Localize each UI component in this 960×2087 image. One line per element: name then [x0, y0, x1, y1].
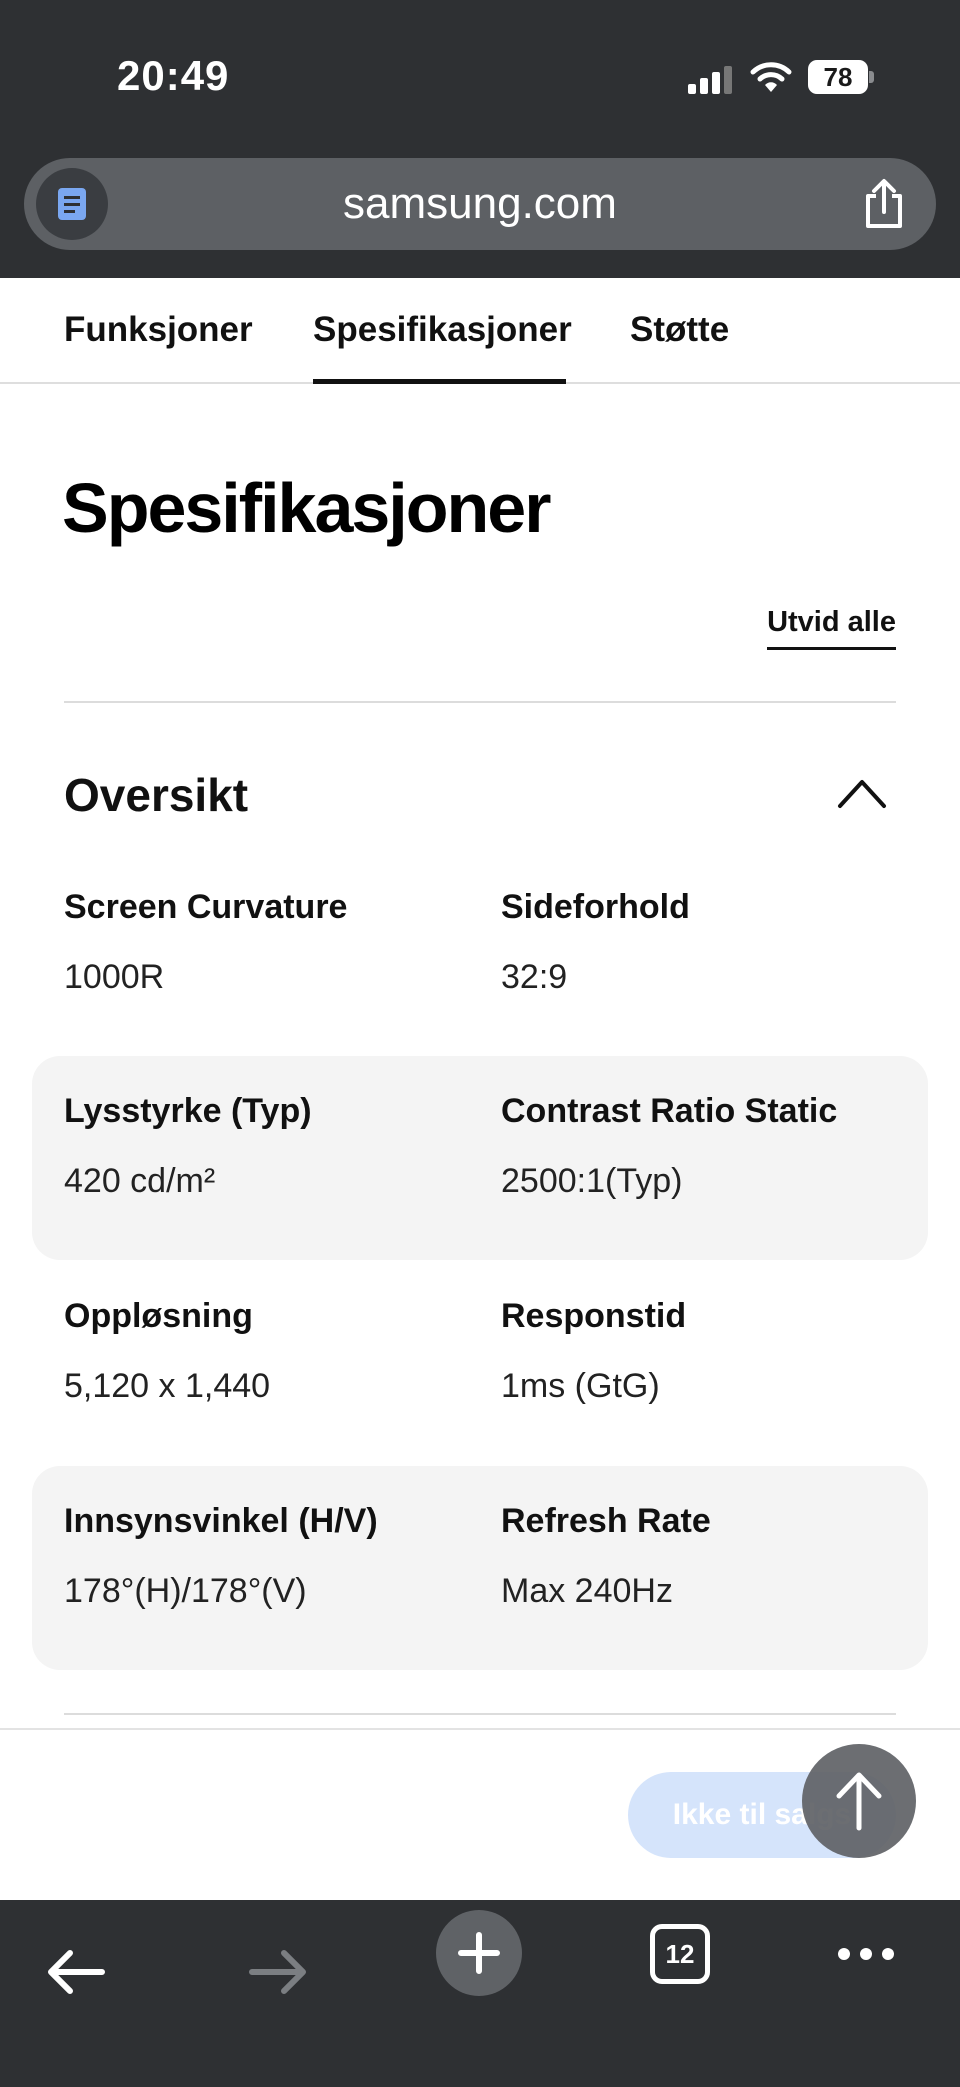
spec-value: 32:9	[501, 958, 568, 996]
spec-label: Responstid	[501, 1297, 687, 1335]
wifi-icon	[750, 62, 792, 92]
spec-label: Lysstyrke (Typ)	[64, 1092, 312, 1130]
spec-label: Sideforhold	[501, 888, 690, 926]
section-title[interactable]: Oversikt	[64, 768, 248, 822]
spec-value: 2500:1(Typ)	[501, 1162, 683, 1200]
scroll-to-top-button[interactable]	[802, 1744, 916, 1858]
spec-label: Screen Curvature	[64, 888, 348, 926]
tab-spesifikasjoner[interactable]: Spesifikasjoner	[313, 310, 572, 350]
spec-value: 1ms (GtG)	[501, 1367, 660, 1405]
new-tab-button[interactable]	[436, 1910, 522, 1996]
browser-top-chrome: 20:49 78 samsung.com	[0, 0, 960, 278]
browser-bottom-toolbar: 12	[0, 1900, 960, 2087]
battery-level: 78	[823, 62, 853, 92]
spec-row: Oppløsning 5,120 x 1,440 Responstid 1ms …	[32, 1261, 928, 1465]
spec-value: Max 240Hz	[501, 1572, 673, 1610]
active-tab-indicator	[313, 379, 566, 384]
page-title: Spesifikasjoner	[62, 469, 551, 547]
tab-funksjoner[interactable]: Funksjoner	[64, 310, 253, 350]
spec-label: Refresh Rate	[501, 1502, 711, 1540]
address-bar[interactable]: samsung.com	[24, 158, 936, 250]
spec-value: 178°(H)/178°(V)	[64, 1572, 307, 1610]
spec-row: Screen Curvature 1000R Sideforhold 32:9	[32, 852, 928, 1056]
arrow-up-icon	[836, 1772, 882, 1831]
plus-icon	[458, 1932, 500, 1974]
status-time: 20:49	[117, 52, 230, 99]
sticky-bar-border	[0, 1728, 960, 1730]
cellular-signal-icon	[688, 66, 732, 94]
url-text[interactable]: samsung.com	[24, 158, 936, 250]
divider	[64, 1713, 896, 1715]
spec-label: Oppløsning	[64, 1297, 253, 1335]
arrow-right-icon[interactable]	[248, 1948, 308, 1996]
spec-label: Contrast Ratio Static	[501, 1092, 838, 1130]
battery-indicator: 78	[808, 60, 874, 94]
product-subnav: Funksjoner Spesifikasjoner Støtte	[0, 278, 960, 384]
battery-tip	[869, 71, 874, 83]
chevron-up-icon[interactable]	[836, 774, 888, 814]
share-icon[interactable]	[860, 178, 908, 230]
spec-row: Lysstyrke (Typ) 420 cd/m² Contrast Ratio…	[32, 1056, 928, 1260]
spec-value: 420 cd/m²	[64, 1162, 216, 1200]
spec-value: 1000R	[64, 958, 165, 996]
expand-all-link[interactable]: Utvid alle	[767, 606, 896, 650]
more-icon[interactable]	[836, 1946, 896, 1962]
tab-switcher-button[interactable]: 12	[650, 1924, 710, 1984]
arrow-left-icon[interactable]	[46, 1948, 106, 1996]
spec-value: 5,120 x 1,440	[64, 1367, 271, 1405]
spec-label: Innsynsvinkel (H/V)	[64, 1502, 378, 1540]
spec-row: Innsynsvinkel (H/V) 178°(H)/178°(V) Refr…	[32, 1466, 928, 1670]
tab-stotte[interactable]: Støtte	[630, 310, 729, 350]
divider	[64, 701, 896, 703]
